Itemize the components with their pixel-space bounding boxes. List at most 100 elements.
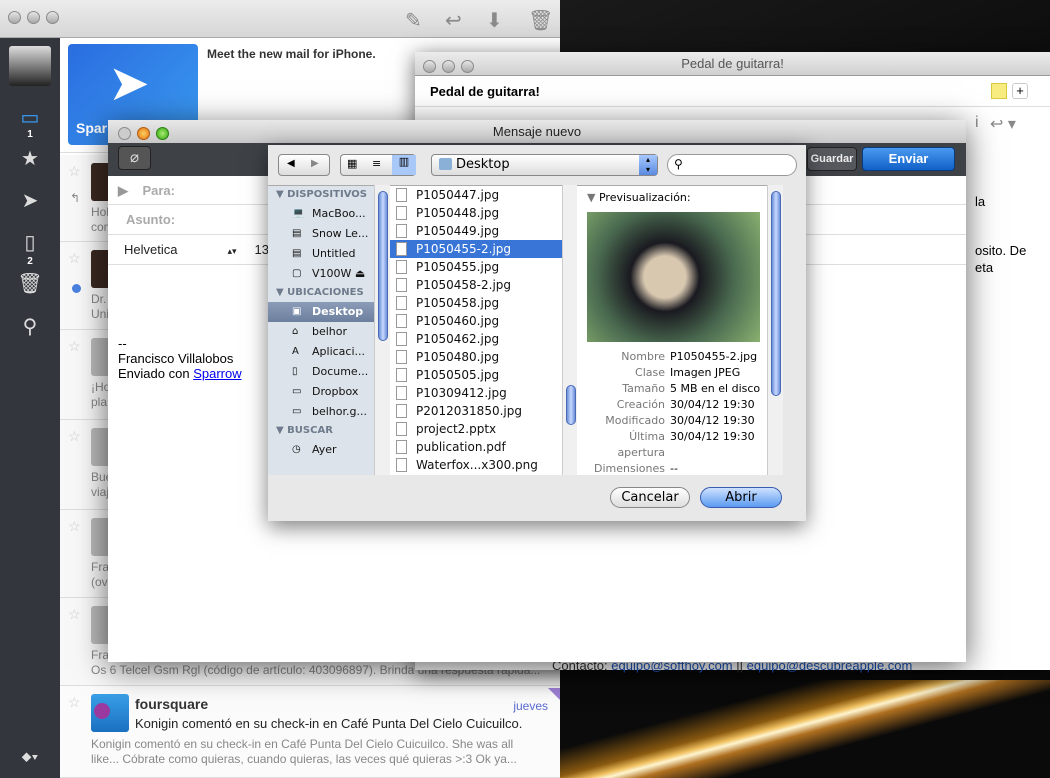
drafts-icon[interactable]: ▯	[0, 230, 60, 255]
open-button[interactable]: Abrir	[700, 487, 782, 508]
inbox-icon[interactable]: ▭	[0, 105, 60, 130]
file-item[interactable]: P2012031850.jpg	[390, 402, 562, 420]
minimize-button[interactable]	[27, 11, 40, 24]
zoom-button[interactable]	[46, 11, 59, 24]
forward-icon[interactable]: ▶	[311, 158, 319, 169]
message-row-foursquare[interactable]: ☆ foursquare jueves Konigin comentó en s…	[60, 686, 560, 778]
paper-plane-icon: ➤	[108, 55, 150, 111]
zoom-button[interactable]	[156, 127, 169, 140]
file-item[interactable]: P1050458.jpg	[390, 294, 562, 312]
file-item[interactable]: P1050480.jpg	[390, 348, 562, 366]
close-button[interactable]	[423, 60, 436, 73]
message-date: jueves	[513, 699, 548, 713]
file-item[interactable]: P1050455-2.jpg	[390, 240, 562, 258]
sidebar-item[interactable]: ▣ Desktop	[268, 302, 374, 322]
minimize-button[interactable]	[442, 60, 455, 73]
file-item[interactable]: P1050458-2.jpg	[390, 276, 562, 294]
sidebar-item[interactable]: ◷ Ayer	[268, 440, 374, 460]
sidebar-item[interactable]: ▢ V100W ⏏	[268, 264, 374, 284]
font-size-select[interactable]: 13	[255, 242, 269, 257]
search-input[interactable]	[690, 155, 790, 173]
cancel-button[interactable]: Cancelar	[610, 487, 690, 508]
file-item[interactable]: publication.pdf	[390, 438, 562, 456]
sidebar-section-header[interactable]: ▼ BUSCAR	[268, 422, 374, 440]
sidebar-item[interactable]: A Aplicaci...	[268, 342, 374, 362]
file-item[interactable]: P1050449.jpg	[390, 222, 562, 240]
sidebar-item[interactable]: ▭ Dropbox	[268, 382, 374, 402]
star-icon[interactable]: ☆	[68, 518, 81, 535]
reply-icon[interactable]: ↩	[445, 8, 462, 33]
stepper-icon[interactable]: ▴▾	[227, 246, 236, 256]
star-icon[interactable]: ☆	[68, 428, 81, 445]
back-icon[interactable]: ◀	[287, 158, 295, 169]
sidebar-section-header[interactable]: ▼ DISPOSITIVOS	[268, 186, 374, 204]
label-tag-icon[interactable]	[991, 83, 1007, 99]
search-icon[interactable]: ⚲	[0, 314, 60, 339]
sparrow-link[interactable]: Sparrow	[193, 366, 241, 381]
info-icon[interactable]: i	[975, 114, 979, 132]
file-item[interactable]: P1050462.jpg	[390, 330, 562, 348]
location-select[interactable]: Desktop ▴ ▾	[431, 154, 658, 176]
open-file-dialog: ◀ ▶ ▦ ≡ ▥ Desktop ▴ ▾ ⚲ ▼ DISPOSITIVOS 💻 MacBo…	[268, 145, 806, 521]
font-select[interactable]: Helvetica	[124, 242, 177, 257]
file-item[interactable]: project2.pptx	[390, 420, 562, 438]
list-view-icon[interactable]: ≡	[372, 157, 381, 170]
close-button[interactable]	[118, 127, 131, 140]
account-avatar[interactable]	[9, 46, 51, 86]
trash-folder-icon[interactable]: 🗑	[0, 271, 60, 296]
file-list-scrollbar[interactable]	[562, 185, 578, 475]
sent-icon[interactable]: ➤	[0, 188, 60, 213]
labels-menu-icon[interactable]: ⬥▾	[0, 748, 60, 765]
star-icon[interactable]: ☆	[68, 250, 81, 267]
preview-scrollbar[interactable]	[767, 185, 783, 475]
file-item[interactable]: P1050448.jpg	[390, 204, 562, 222]
file-item[interactable]: P1050455.jpg	[390, 258, 562, 276]
sidebar-item[interactable]: ▤ Untitled	[268, 244, 374, 264]
zoom-button[interactable]	[461, 60, 474, 73]
desktop-light-streak	[560, 680, 1050, 778]
sidebar-item[interactable]: 💻 MacBoo...	[268, 204, 374, 224]
file-list: P1050447.jpg P1050448.jpg P1050449.jpg P105…	[390, 185, 562, 475]
star-icon[interactable]: ☆	[68, 338, 81, 355]
search-field[interactable]: ⚲	[667, 154, 797, 176]
sidebar-item[interactable]: ▤ Snow Le...	[268, 224, 374, 244]
sidebar-item[interactable]: ⌂ belhor	[268, 322, 374, 342]
file-item[interactable]: P1050460.jpg	[390, 312, 562, 330]
file-icon	[396, 386, 407, 400]
archive-icon[interactable]: ⬇	[486, 8, 503, 33]
file-icon	[396, 368, 407, 382]
trash-icon[interactable]: 🗑	[528, 8, 553, 33]
starred-icon[interactable]: ★	[0, 146, 60, 171]
places-sidebar: ▼ DISPOSITIVOS 💻 MacBoo... ▤ Snow Le... ▤ Unti…	[268, 185, 374, 475]
attach-button[interactable]: ⌀	[118, 146, 151, 170]
place-icon: ▭	[292, 386, 302, 397]
sidebar-section-header[interactable]: ▼ UBICACIONES	[268, 284, 374, 302]
save-button[interactable]: Guardar	[807, 147, 857, 171]
message-preview: Konigin comentó en su check-in en Café P…	[91, 737, 517, 766]
sidebar-item[interactable]: ▭ belhor.g...	[268, 402, 374, 422]
file-item[interactable]: P1050447.jpg	[390, 186, 562, 204]
expand-icon[interactable]: ▶	[118, 183, 128, 198]
sidebar-item[interactable]: ▯ Docume...	[268, 362, 374, 382]
replied-icon: ↰	[70, 191, 81, 205]
sender-name: foursquare	[135, 696, 209, 712]
add-label-icon[interactable]: +	[1012, 83, 1028, 99]
compose-icon[interactable]: ✎	[405, 8, 422, 33]
minimize-button[interactable]	[137, 127, 150, 140]
sidebar-scrollbar[interactable]	[374, 185, 390, 475]
file-item[interactable]: P10309412.jpg	[390, 384, 562, 402]
signature[interactable]: -- Francisco Villalobos Enviado con Spar…	[118, 336, 242, 381]
star-icon[interactable]: ☆	[68, 694, 81, 711]
inbox-count: 1	[27, 129, 33, 140]
file-item[interactable]: Waterfox...x300.png	[390, 456, 562, 474]
icon-view-icon[interactable]: ▦	[347, 157, 357, 170]
file-item[interactable]: P1050505.jpg	[390, 366, 562, 384]
close-button[interactable]	[8, 11, 21, 24]
star-icon[interactable]: ☆	[68, 606, 81, 623]
send-button[interactable]: Enviar	[862, 147, 955, 171]
eject-icon[interactable]: ⏏	[355, 267, 365, 280]
reply-icon[interactable]: ↩ ▾	[990, 114, 1016, 134]
file-info-row: Creación 30/04/12 19:30	[616, 398, 755, 411]
column-view-icon[interactable]: ▥	[392, 155, 416, 175]
star-icon[interactable]: ☆	[68, 163, 81, 180]
